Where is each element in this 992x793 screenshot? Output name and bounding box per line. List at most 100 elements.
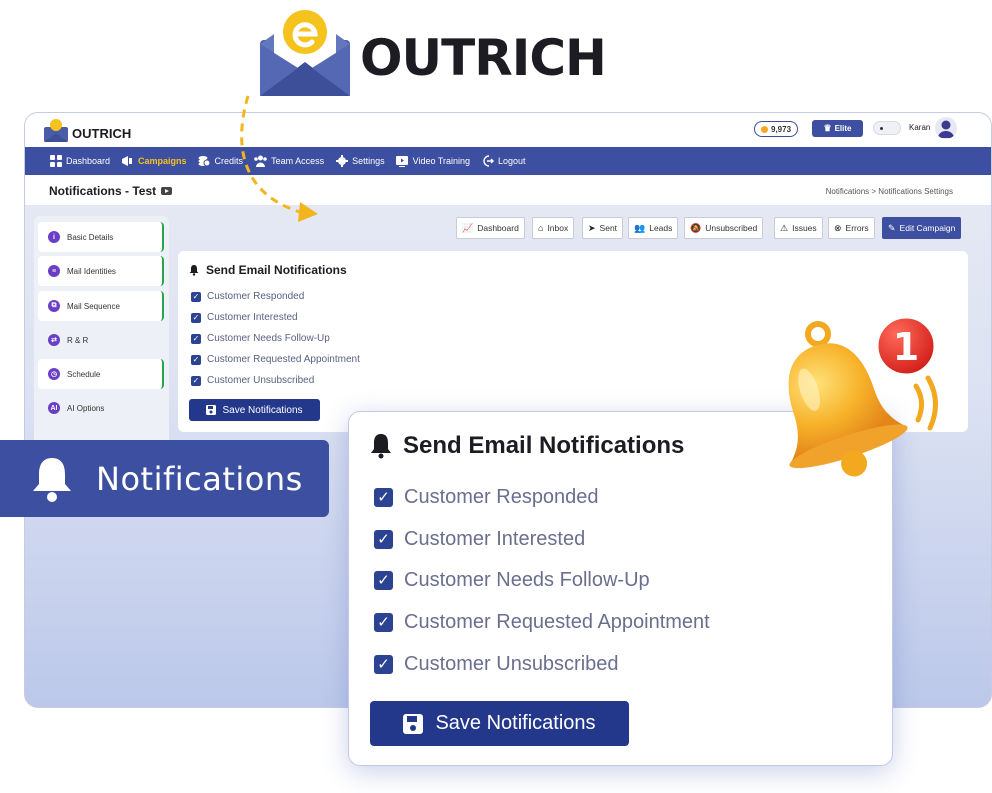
checkbox-customer-unsubscribed[interactable]: ✓ Customer Unsubscribed: [374, 653, 619, 676]
toolbar-label: Unsubscribed: [705, 223, 758, 233]
sidebar-item-label: R & R: [67, 335, 89, 345]
nav-dashboard[interactable]: Dashboard: [49, 155, 110, 168]
checkbox-checked-icon[interactable]: ✓: [191, 312, 201, 323]
nav-credits[interactable]: Credits: [198, 155, 244, 168]
floppy-disk-icon: [403, 713, 424, 734]
toolbar-inbox-button[interactable]: ⌂ Inbox: [532, 217, 575, 239]
nav-campaigns[interactable]: Campaigns: [121, 155, 187, 168]
save-notifications-button[interactable]: Save Notifications: [370, 701, 629, 746]
sidebar-item-schedule[interactable]: ◷ Schedule: [38, 359, 164, 389]
user-name[interactable]: Karan: [909, 123, 930, 132]
toolbar-label: Issues: [792, 223, 817, 233]
checkbox-customer-interested[interactable]: ✓ Customer Interested: [374, 528, 585, 551]
sidebar-item-basic-details[interactable]: i Basic Details: [38, 222, 164, 252]
envelope-logo-icon: [260, 10, 350, 96]
checkbox-checked-icon[interactable]: ✓: [374, 530, 393, 549]
edit-campaign-button[interactable]: ✎ Edit Campaign: [882, 217, 962, 239]
credits-count: 9,973: [771, 124, 792, 134]
stage: OUTRICH OUTRICH 9,973 ♛ Elite Karan Dash…: [0, 0, 992, 793]
edit-icon: ✎: [888, 222, 896, 233]
app-logo[interactable]: OUTRICH: [43, 117, 131, 143]
nav-label: Video Training: [412, 156, 470, 166]
bell-icon: [189, 265, 199, 276]
toolbar-label: Edit Campaign: [899, 223, 956, 233]
user-icon: [938, 120, 954, 138]
top-bar: OUTRICH 9,973 ♛ Elite Karan: [25, 113, 991, 147]
nav-video-training[interactable]: Video Training: [396, 155, 470, 168]
page-header: Notifications - Test Notifications > Not…: [25, 175, 991, 205]
nav-label: Logout: [498, 156, 526, 166]
toolbar-label: Errors: [845, 223, 869, 233]
sidebar-item-label: Basic Details: [67, 232, 114, 242]
toolbar-dashboard-button[interactable]: 📈 Dashboard: [456, 217, 525, 239]
brand-name: OUTRICH: [360, 29, 607, 87]
toolbar-sent-button[interactable]: ➤ Sent: [582, 217, 624, 239]
sidebar-item-label: AI Options: [67, 403, 105, 413]
checkbox-checked-icon[interactable]: ✓: [374, 613, 393, 632]
plan-badge[interactable]: ♛ Elite: [812, 120, 863, 137]
checkbox-label: Customer Responded: [404, 486, 599, 508]
checkbox-customer-needs-follow-up[interactable]: ✓ Customer Needs Follow-Up: [191, 333, 330, 344]
page-title-text: Notifications - Test: [49, 184, 157, 198]
campaign-steps-sidebar: i Basic Details ≡ Mail Identities ⧉ Mail…: [34, 216, 169, 466]
sidebar-item-mail-sequence[interactable]: ⧉ Mail Sequence: [38, 291, 164, 321]
info-icon: i: [48, 231, 60, 243]
toolbar-issues-button[interactable]: ⚠ Issues: [774, 217, 823, 239]
coin-icon: [761, 125, 768, 133]
toolbar-leads-button[interactable]: 👥 Leads: [628, 217, 679, 239]
toolbar-label: Dashboard: [477, 223, 519, 233]
theme-toggle[interactable]: [873, 121, 901, 135]
bell-icon: [33, 457, 71, 502]
nav-settings[interactable]: Settings: [335, 155, 385, 168]
nav-logout[interactable]: Logout: [481, 155, 526, 168]
checkbox-label: Customer Needs Follow-Up: [207, 333, 330, 344]
checkbox-label: Customer Unsubscribed: [404, 653, 619, 675]
checkbox-checked-icon[interactable]: ✓: [374, 655, 393, 674]
toolbar-label: Sent: [599, 223, 618, 233]
checkbox-customer-requested-appointment[interactable]: ✓ Customer Requested Appointment: [374, 611, 710, 634]
sidebar-item-ai-options[interactable]: AI AI Options: [38, 393, 164, 423]
toolbar-label: Leads: [649, 223, 673, 233]
checkbox-customer-unsubscribed[interactable]: ✓ Customer Unsubscribed: [191, 375, 314, 386]
checkbox-checked-icon[interactable]: ✓: [191, 333, 201, 344]
team-icon: [254, 155, 267, 168]
checkbox-customer-interested[interactable]: ✓ Customer Interested: [191, 312, 298, 323]
avatar[interactable]: [935, 117, 957, 139]
floppy-disk-icon: [206, 405, 217, 415]
brand-header: OUTRICH: [258, 4, 607, 98]
video-play-icon[interactable]: [161, 187, 173, 195]
credits-badge[interactable]: 9,973: [754, 121, 799, 137]
toolbar-errors-button[interactable]: ⊗ Errors: [828, 217, 875, 239]
save-button-label: Save Notifications: [435, 712, 596, 734]
gear-icon: [335, 155, 348, 168]
checkbox-customer-needs-follow-up[interactable]: ✓ Customer Needs Follow-Up: [374, 569, 650, 592]
sidebar-item-label: Mail Sequence: [67, 301, 120, 311]
nav-label: Credits: [214, 156, 244, 166]
nav-label: Team Access: [271, 156, 325, 166]
sidebar-item-label: Mail Identities: [67, 266, 116, 276]
toolbar-label: Inbox: [547, 223, 569, 233]
checkbox-checked-icon[interactable]: ✓: [191, 291, 201, 302]
checkbox-checked-icon[interactable]: ✓: [374, 488, 393, 507]
checkbox-checked-icon[interactable]: ✓: [191, 375, 201, 386]
sidebar-item-mail-identities[interactable]: ≡ Mail Identities: [38, 256, 164, 286]
checkbox-label: Customer Unsubscribed: [207, 375, 315, 386]
checkbox-checked-icon[interactable]: ✓: [191, 354, 201, 365]
schedule-icon: ◷: [48, 368, 60, 380]
checkbox-customer-requested-appointment[interactable]: ✓ Customer Requested Appointment: [191, 354, 360, 365]
sidebar-item-label: Schedule: [67, 369, 101, 379]
toolbar-unsubscribed-button[interactable]: 🔕 Unsubscribed: [684, 217, 764, 239]
checkbox-label: Customer Responded: [207, 291, 305, 302]
notifications-feature-label: Notifications: [0, 440, 329, 517]
checkbox-customer-responded[interactable]: ✓ Customer Responded: [374, 486, 599, 509]
save-button-label: Save Notifications: [222, 404, 303, 416]
save-notifications-button[interactable]: Save Notifications: [189, 399, 320, 421]
sequence-icon: ⧉: [48, 300, 60, 312]
bell-icon: [371, 434, 391, 459]
users-icon: 👥: [634, 222, 646, 233]
checkbox-customer-responded[interactable]: ✓ Customer Responded: [191, 291, 304, 302]
nav-team-access[interactable]: Team Access: [254, 155, 324, 168]
breadcrumb[interactable]: Notifications > Notifications Settings: [826, 187, 953, 196]
checkbox-checked-icon[interactable]: ✓: [374, 571, 393, 590]
sidebar-item-r-and-r[interactable]: ⇄ R & R: [38, 325, 164, 355]
